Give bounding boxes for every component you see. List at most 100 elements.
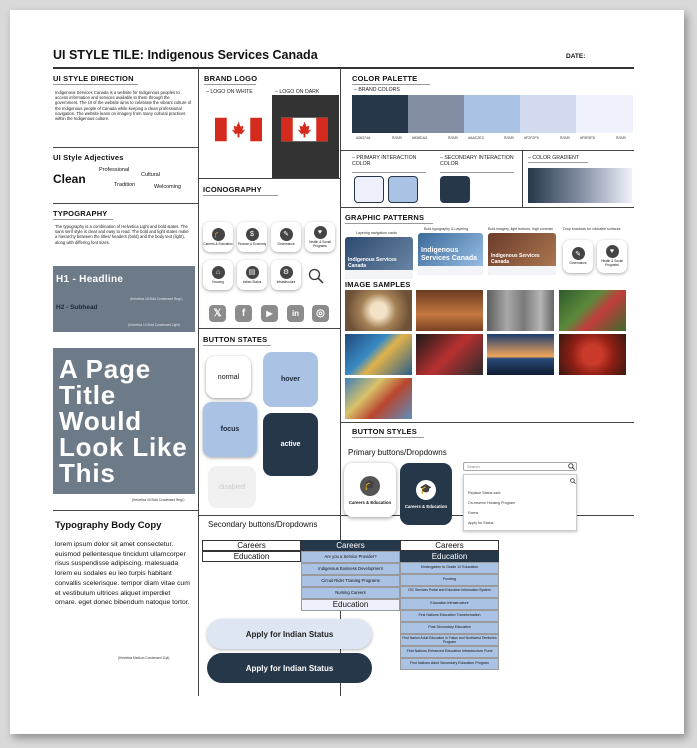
education-menu-item[interactable]: First Nations Education Transformation	[400, 610, 499, 622]
education-menu-item[interactable]: Kindergarten to Grade 12 Education	[400, 562, 499, 574]
button-states-heading: BUTTON STATES	[203, 335, 268, 344]
pattern-governance-card[interactable]: ✎ Governance	[563, 240, 593, 273]
button-hover-state[interactable]: hover	[263, 352, 318, 407]
canada-flag-logo-dark	[281, 117, 328, 142]
body-copy-heading: Typography Body Copy	[55, 520, 162, 531]
color-palette-heading: COLOR PALETTE	[352, 74, 418, 83]
secondary-swatch-dark	[440, 176, 470, 203]
graduation-cap-icon: 🎓	[360, 475, 380, 496]
health-social-icon[interactable]: ♥ Health & Social Programs	[305, 222, 335, 252]
careers-education-icon[interactable]: 🎓 Careers & Education	[203, 222, 233, 252]
logo-on-white-label: – LOGO ON WHITE	[206, 89, 253, 95]
governance-icon[interactable]: ✎ Governance	[271, 222, 301, 252]
button-styles-heading: BUTTON STYLES	[352, 427, 417, 436]
button-active-state[interactable]: active	[263, 413, 318, 476]
image-samples-heading: IMAGE SAMPLES	[345, 280, 411, 289]
apply-indian-status-button-dark[interactable]: Apply for Indian Status	[207, 653, 372, 683]
education-menu-item[interactable]: First Nation Adult Education in Yukon an…	[400, 634, 499, 646]
youtube-icon[interactable]: ▶	[261, 305, 278, 322]
pattern-health-card[interactable]: ♥ Health & Social Programs	[597, 240, 627, 273]
image-sample-gathering	[345, 334, 412, 375]
careers-education-button-dark[interactable]: 🎓 Careers & Education	[400, 463, 452, 525]
linkedin-icon[interactable]: in	[287, 305, 304, 322]
button-normal-state[interactable]: normal	[206, 356, 251, 398]
swatch-5-code: #F5F5FD	[580, 136, 596, 140]
image-sample-graduation	[416, 334, 483, 375]
color-gradient-label: – COLOR GRADIENT	[528, 155, 580, 161]
careers-education-button-light[interactable]: 🎓 Careers & Education	[344, 463, 396, 517]
dropdown-careers[interactable]: Careers	[202, 540, 301, 551]
careers-menu-item[interactable]: Circuit Rider Training Programs	[301, 575, 400, 587]
facebook-icon[interactable]: f	[235, 305, 252, 322]
education-menu-item[interactable]: First Nations Enhanced Education Infrast…	[400, 646, 499, 658]
swatch-1-code: #26374A	[356, 136, 371, 140]
careers-menu-item[interactable]: Nursing Careers	[301, 587, 400, 599]
image-sample-headdress	[345, 378, 412, 419]
pattern-4-caption: Drop shadows for clickable surfaces	[563, 227, 621, 231]
brand-logo-heading: BRAND LOGO	[204, 74, 258, 83]
apply-indian-status-button-light[interactable]: Apply for Indian Status	[207, 619, 372, 649]
dropdown-careers[interactable]: Careers	[400, 540, 499, 551]
finance-economy-icon[interactable]: $ Finance & Economy	[237, 222, 267, 252]
search-icon[interactable]	[308, 268, 324, 284]
page-title-sample: A Page Title Would Look Like This	[59, 354, 188, 488]
image-sample-inukshuk	[487, 334, 554, 375]
swatch-5	[576, 95, 633, 133]
swatch-3-code: #AAC2E3	[468, 136, 484, 140]
iconography-heading: ICONOGRAPHY	[203, 185, 262, 194]
education-menu-item[interactable]: Post-Secondary Education	[400, 622, 499, 634]
h2-sample: H2 - Subhead	[56, 304, 98, 311]
pattern-1-caption: Layering navigation cards	[356, 231, 397, 235]
image-sample-dreamcatcher	[345, 290, 412, 331]
education-menu-item[interactable]: ISC Services Portal and Education Inform…	[400, 586, 499, 598]
education-menu-item[interactable]: First Nations Adult Secondary Education …	[400, 658, 499, 670]
search-icon[interactable]	[570, 478, 576, 484]
indian-status-icon[interactable]: ▤ Indian Status	[237, 260, 267, 290]
swatch-2-code: #838DA3	[412, 136, 427, 140]
housing-icon[interactable]: ⌂ Housing	[203, 260, 233, 290]
page-title: UI STYLE TILE: Indigenous Services Canad…	[53, 48, 318, 62]
careers-menu-item[interactable]: Indigenous Business Development	[301, 563, 400, 575]
search-result-item[interactable]: Replace Status card	[468, 491, 500, 495]
primary-buttons-heading: Primary buttons/Dropdowns	[348, 448, 447, 457]
education-menu-item[interactable]: Education Infrastructure	[400, 598, 499, 610]
infrastructure-icon[interactable]: ⚙ Infrastructure	[271, 260, 301, 290]
adjective-professional: Professional	[99, 167, 130, 173]
primary-interaction-label: – PRIMARY INTERACTION COLOR	[352, 155, 417, 167]
brand-colors-label: – BRAND COLORS	[354, 87, 400, 93]
search-result-item[interactable]: Forms	[468, 511, 478, 515]
typography-body: The typography is a combination of Helve…	[55, 224, 189, 245]
instagram-icon[interactable]: ◎	[312, 305, 329, 322]
swatch-4-code: #F2F2F5	[524, 136, 539, 140]
button-disabled-state: disabled	[208, 466, 256, 508]
adjectives-heading: UI Style Adjectives	[53, 153, 124, 162]
swatch-5-rgb: R/G/B	[616, 136, 626, 140]
dropdown-careers-active[interactable]: Careers	[301, 540, 400, 551]
primary-swatch-blue	[388, 176, 418, 203]
dropdown-education-active[interactable]: Education	[400, 551, 499, 562]
education-menu-item[interactable]: Funding	[400, 574, 499, 586]
adjective-cultural: Cultural	[141, 172, 160, 178]
ui-style-direction-heading: UI STYLE DIRECTION	[53, 74, 134, 83]
button-focus-state[interactable]: focus	[203, 402, 257, 457]
page-title-note: (Helvetica 40 Bold Condensed Regl.)	[132, 498, 185, 502]
x-social-icon[interactable]: 𝕏	[209, 305, 226, 322]
swatch-3-rgb: R/G/B	[504, 136, 514, 140]
primary-swatch-light	[354, 176, 384, 203]
swatch-2-rgb: R/G/B	[448, 136, 458, 140]
search-result-item[interactable]: Apply for Status	[468, 521, 493, 525]
typography-heading: TYPOGRAPHY	[53, 209, 108, 218]
dropdown-education[interactable]: Education	[202, 551, 301, 562]
adjective-clean: Clean	[53, 172, 86, 186]
careers-menu-item[interactable]: Are you a Service Provider?	[301, 551, 400, 563]
swatch-1-rgb: R/G/B	[392, 136, 402, 140]
graduation-cap-icon: 🎓	[416, 479, 436, 500]
search-result-item[interactable]: On-reserve Housing Program	[468, 501, 515, 505]
secondary-interaction-label: – SECONDARY INTERACTION COLOR	[440, 155, 514, 167]
image-sample-historic-photo	[487, 290, 554, 331]
pattern-3-caption: Bold imagery, light buttons, high contra…	[488, 227, 553, 231]
search-dropdown-field[interactable]: Search	[463, 462, 577, 471]
body-copy-note: (Helvetica Medium Condensed 11pt)	[118, 656, 170, 660]
dropdown-education[interactable]: Education	[301, 599, 400, 611]
search-icon[interactable]	[568, 463, 575, 470]
